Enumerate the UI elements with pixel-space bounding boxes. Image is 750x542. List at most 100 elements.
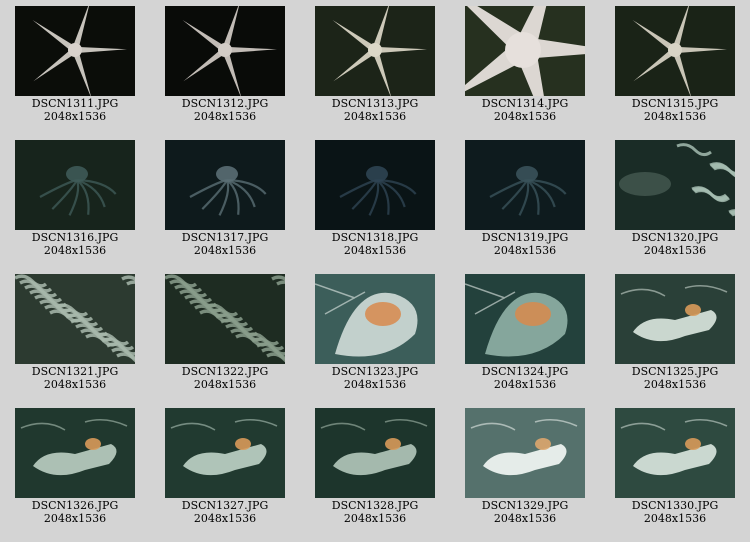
photo-preview xyxy=(465,408,585,498)
thumbnail-dimensions: 2048x1536 xyxy=(643,378,707,391)
thumbnail-image[interactable] xyxy=(165,6,285,96)
thumbnail-dimensions: 2048x1536 xyxy=(43,512,107,525)
thumbnail-filename: DSCN1311.JPG xyxy=(31,97,119,110)
thumbnail-dimensions: 2048x1536 xyxy=(643,110,707,123)
thumbnail-tile[interactable]: DSCN1319.JPG 2048x1536 xyxy=(450,134,600,259)
thumbnail-image[interactable] xyxy=(615,140,735,230)
thumbnail-filename: DSCN1326.JPG xyxy=(31,499,119,512)
photo-preview xyxy=(15,274,135,364)
thumbnail-dimensions: 2048x1536 xyxy=(643,244,707,257)
thumbnail-image[interactable] xyxy=(465,140,585,230)
thumbnail-gallery: DSCN1311.JPG 2048x1536 DSCN1312.JPG 2048x15… xyxy=(0,0,750,542)
thumbnail-filename: DSCN1316.JPG xyxy=(31,231,119,244)
photo-preview xyxy=(15,140,135,230)
thumbnail-tile[interactable]: DSCN1313.JPG 2048x1536 xyxy=(300,0,450,125)
thumbnail-tile[interactable]: DSCN1324.JPG 2048x1536 xyxy=(450,268,600,393)
photo-preview xyxy=(615,6,735,96)
thumbnail-image[interactable] xyxy=(315,408,435,498)
thumbnail-dimensions: 2048x1536 xyxy=(343,512,407,525)
thumbnail-tile[interactable]: DSCN1330.JPG 2048x1536 xyxy=(600,402,750,527)
thumbnail-image[interactable] xyxy=(465,408,585,498)
thumbnail-filename: DSCN1325.JPG xyxy=(631,365,719,378)
thumbnail-dimensions: 2048x1536 xyxy=(193,378,257,391)
thumbnail-image[interactable] xyxy=(465,274,585,364)
thumbnail-dimensions: 2048x1536 xyxy=(193,110,257,123)
thumbnail-tile[interactable]: DSCN1316.JPG 2048x1536 xyxy=(0,134,150,259)
thumbnail-filename: DSCN1323.JPG xyxy=(331,365,419,378)
thumbnail-tile[interactable]: DSCN1318.JPG 2048x1536 xyxy=(300,134,450,259)
thumbnail-tile[interactable]: DSCN1311.JPG 2048x1536 xyxy=(0,0,150,125)
thumbnail-tile[interactable]: DSCN1317.JPG 2048x1536 xyxy=(150,134,300,259)
thumbnail-filename: DSCN1314.JPG xyxy=(481,97,569,110)
thumbnail-filename: DSCN1328.JPG xyxy=(331,499,419,512)
thumbnail-filename: DSCN1330.JPG xyxy=(631,499,719,512)
thumbnail-image[interactable] xyxy=(165,140,285,230)
thumbnail-filename: DSCN1327.JPG xyxy=(181,499,269,512)
photo-preview xyxy=(315,274,435,364)
thumbnail-filename: DSCN1320.JPG xyxy=(631,231,719,244)
thumbnail-tile[interactable]: DSCN1320.JPG 2048x1536 xyxy=(600,134,750,259)
thumbnail-tile[interactable]: DSCN1326.JPG 2048x1536 xyxy=(0,402,150,527)
thumbnail-dimensions: 2048x1536 xyxy=(343,110,407,123)
photo-preview xyxy=(465,140,585,230)
thumbnail-dimensions: 2048x1536 xyxy=(43,378,107,391)
photo-preview xyxy=(165,6,285,96)
thumbnail-image[interactable] xyxy=(15,6,135,96)
thumbnail-image[interactable] xyxy=(315,140,435,230)
thumbnail-filename: DSCN1329.JPG xyxy=(481,499,569,512)
thumbnail-dimensions: 2048x1536 xyxy=(43,110,107,123)
thumbnail-image[interactable] xyxy=(315,274,435,364)
thumbnail-filename: DSCN1315.JPG xyxy=(631,97,719,110)
thumbnail-tile[interactable]: DSCN1314.JPG 2048x1536 xyxy=(450,0,600,125)
thumbnail-tile[interactable]: DSCN1321.JPG 2048x1536 xyxy=(0,268,150,393)
photo-preview xyxy=(315,6,435,96)
thumbnail-dimensions: 2048x1536 xyxy=(493,110,557,123)
thumbnail-dimensions: 2048x1536 xyxy=(493,244,557,257)
photo-preview xyxy=(615,408,735,498)
photo-preview xyxy=(465,274,585,364)
photo-preview xyxy=(315,140,435,230)
thumbnail-image[interactable] xyxy=(315,6,435,96)
thumbnail-dimensions: 2048x1536 xyxy=(643,512,707,525)
thumbnail-filename: DSCN1321.JPG xyxy=(31,365,119,378)
thumbnail-tile[interactable]: DSCN1325.JPG 2048x1536 xyxy=(600,268,750,393)
thumbnail-image[interactable] xyxy=(465,6,585,96)
thumbnail-image[interactable] xyxy=(165,408,285,498)
thumbnail-dimensions: 2048x1536 xyxy=(343,378,407,391)
thumbnail-image[interactable] xyxy=(15,408,135,498)
thumbnail-filename: DSCN1312.JPG xyxy=(181,97,269,110)
photo-preview xyxy=(165,408,285,498)
thumbnail-tile[interactable]: DSCN1312.JPG 2048x1536 xyxy=(150,0,300,125)
thumbnail-dimensions: 2048x1536 xyxy=(43,244,107,257)
thumbnail-tile[interactable]: DSCN1329.JPG 2048x1536 xyxy=(450,402,600,527)
thumbnail-tile[interactable]: DSCN1315.JPG 2048x1536 xyxy=(600,0,750,125)
thumbnail-filename: DSCN1319.JPG xyxy=(481,231,569,244)
thumbnail-filename: DSCN1324.JPG xyxy=(481,365,569,378)
thumbnail-image[interactable] xyxy=(15,274,135,364)
thumbnail-dimensions: 2048x1536 xyxy=(343,244,407,257)
thumbnail-image[interactable] xyxy=(615,408,735,498)
thumbnail-dimensions: 2048x1536 xyxy=(193,512,257,525)
thumbnail-image[interactable] xyxy=(165,274,285,364)
thumbnail-filename: DSCN1322.JPG xyxy=(181,365,269,378)
thumbnail-filename: DSCN1313.JPG xyxy=(331,97,419,110)
thumbnail-dimensions: 2048x1536 xyxy=(493,378,557,391)
photo-preview xyxy=(465,6,585,96)
photo-preview xyxy=(165,274,285,364)
thumbnail-tile[interactable]: DSCN1323.JPG 2048x1536 xyxy=(300,268,450,393)
thumbnail-image[interactable] xyxy=(615,274,735,364)
photo-preview xyxy=(165,140,285,230)
thumbnail-dimensions: 2048x1536 xyxy=(493,512,557,525)
thumbnail-image[interactable] xyxy=(615,6,735,96)
photo-preview xyxy=(615,140,735,230)
thumbnail-filename: DSCN1317.JPG xyxy=(181,231,269,244)
thumbnail-tile[interactable]: DSCN1327.JPG 2048x1536 xyxy=(150,402,300,527)
thumbnail-dimensions: 2048x1536 xyxy=(193,244,257,257)
photo-preview xyxy=(15,408,135,498)
photo-preview xyxy=(315,408,435,498)
photo-preview xyxy=(15,6,135,96)
thumbnail-tile[interactable]: DSCN1322.JPG 2048x1536 xyxy=(150,268,300,393)
thumbnail-image[interactable] xyxy=(15,140,135,230)
photo-preview xyxy=(615,274,735,364)
thumbnail-tile[interactable]: DSCN1328.JPG 2048x1536 xyxy=(300,402,450,527)
